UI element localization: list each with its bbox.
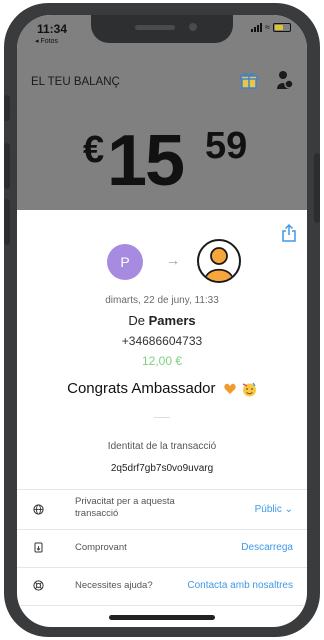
receipt-label: Comprovant [75,542,127,553]
recipient-avatar [197,239,241,283]
transaction-id-label: Identitat de la transacció [107,441,217,452]
mute-switch [4,95,10,121]
contact-us-link[interactable]: Contacta amb nosaltres [187,580,293,591]
share-icon[interactable] [281,223,297,243]
profile-icon[interactable] [274,69,296,91]
wifi-icon: ≈ [265,22,270,32]
volume-up-button [4,143,10,189]
help-icon [33,580,44,591]
transaction-from: De Pamers [17,313,307,328]
notch [91,15,233,43]
status-time: 11:34 [37,22,68,36]
transaction-amount: 12,00 € [141,354,183,368]
privacy-select[interactable]: Públic ⌄ [255,504,293,515]
from-prefix: De [128,313,145,328]
transaction-id: 2q5drf7gb7s0vo9uvarg [110,463,214,474]
sender-avatar: P [107,244,143,280]
arrow-right-icon: → [166,252,180,268]
privacy-label: Privacitat per a aquesta transacció [75,496,175,519]
message-text: Congrats Ambassador [67,380,216,397]
page-title: EL TEU BALANÇ [31,76,120,88]
sender-name: Pamers [148,313,196,328]
receipt-row[interactable]: Comprovant Descarrega [17,532,307,566]
row-divider [17,529,307,530]
balance-whole: 15 [107,121,185,201]
gift-icon[interactable] [240,71,258,89]
balance-header: 11:34 ◂ Fotos ≈ EL TEU BALANÇ € 15 59 [17,15,307,210]
user-avatar-icon [204,247,234,281]
sender-phone: +34686604733 [121,334,203,348]
battery-icon [273,23,291,32]
help-row[interactable]: Necessites ajuda? Contacta amb nosaltres [17,570,307,604]
status-icons: ≈ [251,23,291,32]
privacy-row[interactable]: Privacitat per a aquesta transacció Públ… [17,492,307,526]
row-divider [17,567,307,568]
orange-heart-icon [224,383,236,395]
back-to-photos-link[interactable]: ◂ Fotos [35,37,58,45]
transaction-message: Congrats Ambassador [17,380,307,397]
home-indicator[interactable] [109,615,215,620]
camera [189,23,197,31]
download-receipt-link[interactable]: Descarrega [241,542,293,553]
screen: 11:34 ◂ Fotos ≈ EL TEU BALANÇ € 15 59 P … [17,15,307,627]
globe-icon [33,504,44,515]
receipt-icon [34,542,43,553]
divider [154,417,170,418]
balance-cents: 59 [205,125,248,167]
balance-currency: € [83,129,105,171]
volume-down-button [4,199,10,245]
power-button [314,153,320,223]
speaker [135,25,175,30]
section-divider [17,489,307,490]
phone-frame: 11:34 ◂ Fotos ≈ EL TEU BALANÇ € 15 59 P … [4,3,320,637]
transaction-date: dimarts, 22 de juny, 11:33 [105,295,219,306]
signal-icon [251,23,263,32]
row-divider [17,605,307,606]
help-label: Necessites ajuda? [75,580,153,591]
party-face-icon [242,382,256,397]
